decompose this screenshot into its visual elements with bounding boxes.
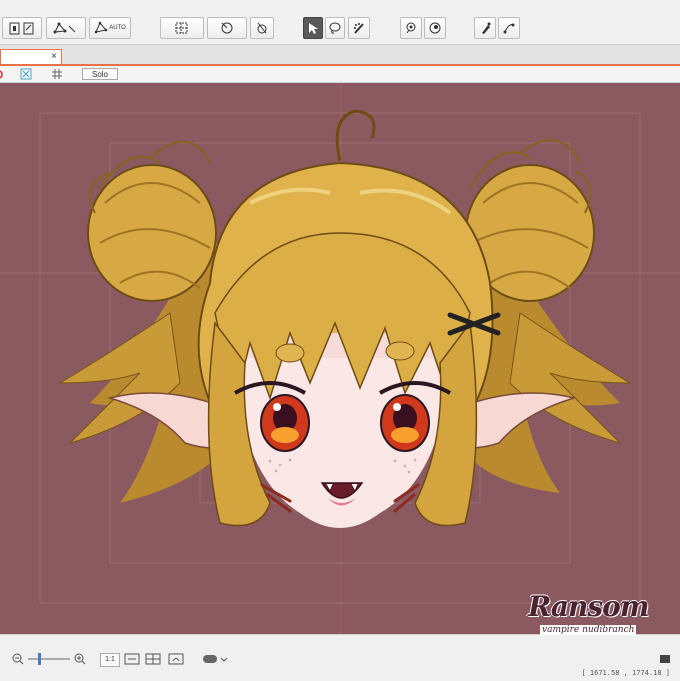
display-settings-button[interactable] — [2, 17, 42, 39]
zoom-slider-handle[interactable] — [38, 653, 41, 665]
fit-view-icon[interactable] — [20, 68, 32, 80]
editor-canvas[interactable] — [0, 83, 680, 634]
cursor-coordinates: [ 1671.58 , 1774.18 ] — [581, 669, 670, 677]
brush-icon — [354, 23, 364, 34]
solo-button[interactable]: Solo — [82, 68, 118, 80]
pen-tool-button[interactable] — [474, 17, 496, 39]
document-tab-bar: × — [0, 45, 680, 66]
lasso-icon — [329, 22, 341, 34]
select-tool-button[interactable] — [303, 17, 323, 39]
rotate-button[interactable] — [250, 17, 274, 39]
zoom-in-icon[interactable] — [74, 653, 86, 665]
rotate-icon — [257, 22, 267, 34]
artist-watermark: Ransom vampire nudibranch — [528, 590, 678, 660]
bezier-icon — [503, 23, 515, 34]
glue-button[interactable] — [400, 17, 422, 39]
record-icon[interactable] — [0, 69, 8, 79]
grid-toggle-icon[interactable] — [51, 68, 63, 80]
glue-weight-button[interactable] — [424, 17, 446, 39]
warp-button[interactable] — [207, 17, 247, 39]
grid-icon — [175, 22, 188, 34]
watermark-subtitle: vampire nudibranch — [540, 625, 637, 635]
target-icon — [221, 22, 233, 34]
arrow-cursor-icon — [309, 23, 318, 34]
lasso-tool-button[interactable] — [325, 17, 345, 39]
deformer-button[interactable] — [46, 17, 86, 39]
zoom-out-icon[interactable] — [12, 653, 24, 665]
display-mode-dropdown-icon[interactable] — [202, 653, 228, 665]
bezier-tool-button[interactable] — [498, 17, 520, 39]
zoom-slider[interactable] — [28, 653, 70, 665]
character-illustration — [0, 83, 680, 634]
brush-select-button[interactable] — [348, 17, 370, 39]
fit-page-icon[interactable] — [145, 653, 161, 665]
reset-view-icon[interactable] — [168, 653, 184, 665]
pin-icon — [406, 22, 416, 34]
fit-width-icon[interactable] — [124, 653, 140, 665]
tab-close-icon[interactable]: × — [51, 50, 57, 63]
auto-mesh-icon — [94, 21, 108, 34]
pen-icon — [482, 22, 491, 34]
main-toolbar: AUTO — [0, 0, 680, 45]
auto-label: AUTO — [109, 25, 126, 31]
vertex-icon — [53, 22, 76, 34]
view-options-bar: Solo — [0, 66, 680, 83]
auto-mesh-button[interactable]: AUTO — [89, 17, 131, 39]
layer-icon — [9, 22, 34, 35]
document-tab[interactable]: × — [0, 49, 62, 64]
watermark-title: Ransom — [528, 590, 649, 623]
grid-button[interactable] — [160, 17, 204, 39]
glue-icon — [429, 22, 441, 34]
scale-one-to-one-button[interactable]: 1:1 — [100, 653, 120, 667]
